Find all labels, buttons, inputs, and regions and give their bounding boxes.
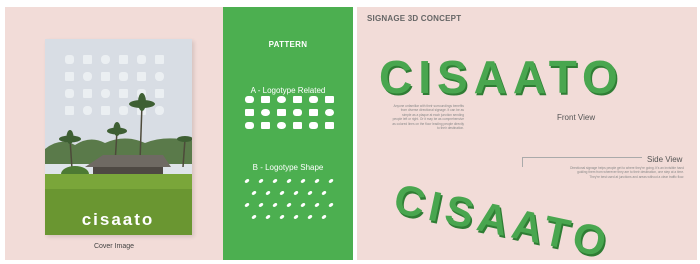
side-view-signage: CISAATO CISAATO [390,175,617,260]
cover-logo: cisaato [82,210,155,229]
pattern-panel: PATTERN A - Logotype Related B - Logotyp… [223,7,353,260]
cover-logo-text: cisaato [82,210,155,229]
side-view-word: CISAATO [390,175,615,260]
pattern-b-grid [244,179,334,219]
book-cover: cisaato [45,39,192,235]
cover-panel: cisaato Cover Image [5,7,223,260]
cover-caption: Cover Image [93,243,135,250]
signage-panel: SIGNAGE 3D CONCEPT CISAATO CISAATO Anyon… [357,7,697,260]
